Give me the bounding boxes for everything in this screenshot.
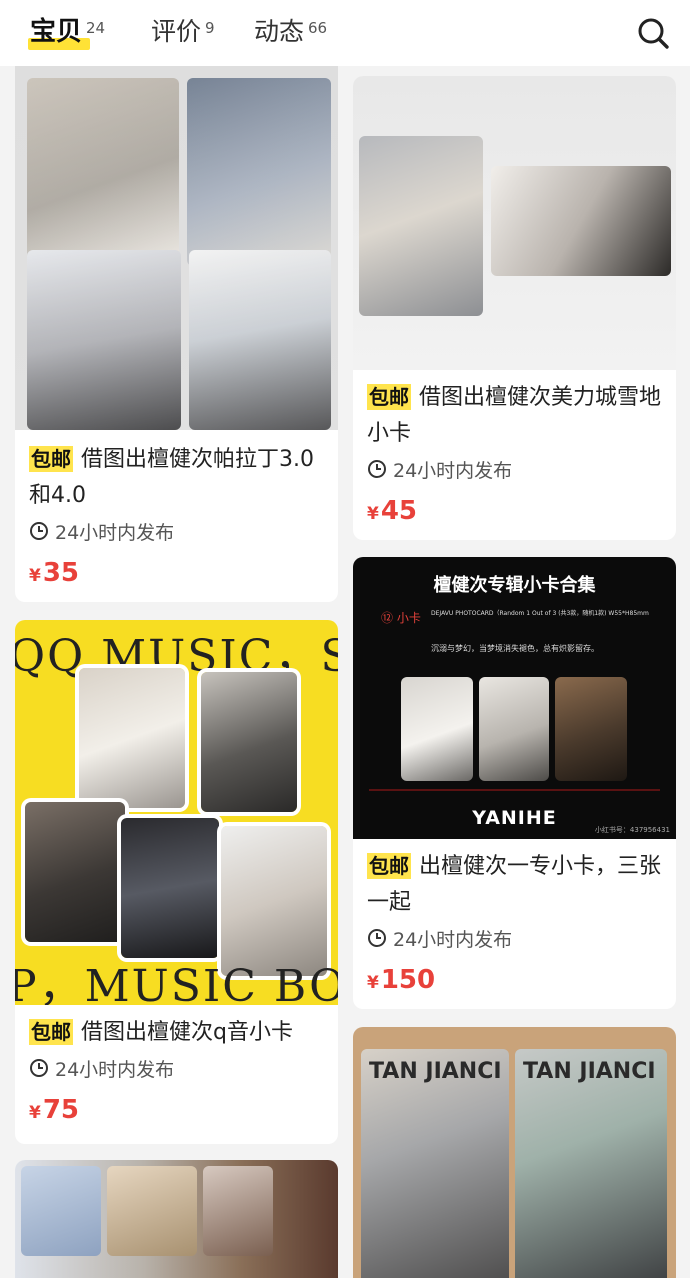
tab-count: 66 bbox=[308, 19, 328, 37]
product-info: 包邮 借图出檀健次美力城雪地小卡 24小时内发布 ¥45 bbox=[367, 380, 666, 528]
clock-icon bbox=[30, 522, 48, 540]
price: ¥75 bbox=[29, 1093, 328, 1127]
price-value: 45 bbox=[380, 496, 418, 526]
product-card[interactable] bbox=[15, 1160, 338, 1278]
product-image: 檀健次专辑小卡合集 ⑫ 小卡 DEJAVU PHOTOCARD（Random 1… bbox=[353, 557, 676, 839]
product-card[interactable]: QQ MUSIC，S P，MUSIC BO 包邮 借图出檀健次q音小卡 24小时内… bbox=[15, 620, 338, 1144]
post-time: 24小时内发布 bbox=[367, 454, 666, 484]
product-title: 包邮 借图出檀健次q音小卡 bbox=[29, 1015, 328, 1051]
image-spec: DEJAVU PHOTOCARD（Random 1 Out of 3 (共3款，… bbox=[431, 610, 649, 617]
free-shipping-badge: 包邮 bbox=[29, 446, 73, 472]
post-time: 24小时内发布 bbox=[29, 516, 328, 546]
price-value: 150 bbox=[380, 965, 436, 995]
product-image bbox=[353, 76, 676, 370]
search-icon[interactable] bbox=[636, 16, 670, 50]
tab-items[interactable]: 宝贝 24 bbox=[28, 14, 106, 54]
product-title: 包邮 借图出檀健次美力城雪地小卡 bbox=[367, 380, 666, 452]
free-shipping-badge: 包邮 bbox=[367, 853, 411, 879]
post-time: 24小时内发布 bbox=[367, 923, 666, 953]
tab-label: 评价 bbox=[151, 17, 202, 46]
price: ¥45 bbox=[367, 494, 666, 528]
tab-posts[interactable]: 动态 66 bbox=[254, 14, 327, 54]
clock-icon bbox=[368, 929, 386, 947]
price-value: 75 bbox=[42, 1095, 80, 1125]
card-text-left: TAN JIANCI bbox=[369, 1059, 502, 1084]
price: ¥150 bbox=[367, 963, 666, 997]
currency-symbol: ¥ bbox=[29, 566, 41, 586]
card-text-right: TAN JIANCI bbox=[523, 1059, 656, 1084]
image-header: 檀健次专辑小卡合集 bbox=[433, 575, 596, 596]
shop-screen: 宝贝 24 评价 9 动态 66 包邮 借图出檀健次帕拉丁3.0和4.0 24小… bbox=[0, 0, 690, 1278]
product-image bbox=[15, 1160, 338, 1278]
product-info: 包邮 借图出檀健次q音小卡 24小时内发布 ¥75 bbox=[29, 1015, 328, 1127]
post-time-text: 24小时内发布 bbox=[393, 928, 513, 951]
image-item-no: ⑫ 小卡 bbox=[381, 611, 421, 625]
free-shipping-badge: 包邮 bbox=[29, 1019, 73, 1045]
post-time-text: 24小时内发布 bbox=[55, 521, 175, 544]
currency-symbol: ¥ bbox=[367, 504, 379, 524]
free-shipping-badge: 包邮 bbox=[367, 384, 411, 410]
image-desc: 沉溺与梦幻，当梦境消失褪色，总有炽影留存。 bbox=[431, 644, 599, 653]
currency-symbol: ¥ bbox=[29, 1103, 41, 1123]
price: ¥35 bbox=[29, 556, 328, 590]
tab-reviews[interactable]: 评价 9 bbox=[151, 14, 215, 54]
tab-count: 24 bbox=[86, 19, 106, 37]
product-card[interactable]: TAN JIANCI TAN JIANCI bbox=[353, 1027, 676, 1278]
post-time-text: 24小时内发布 bbox=[55, 1058, 175, 1081]
product-image: TAN JIANCI TAN JIANCI bbox=[353, 1027, 676, 1278]
product-card[interactable]: 檀健次专辑小卡合集 ⑫ 小卡 DEJAVU PHOTOCARD（Random 1… bbox=[353, 557, 676, 1009]
product-title-text: 出檀健次一专小卡，三张一起 bbox=[367, 854, 662, 915]
product-title: 包邮 借图出檀健次帕拉丁3.0和4.0 bbox=[29, 442, 328, 514]
post-time: 24小时内发布 bbox=[29, 1053, 328, 1083]
product-image: QQ MUSIC，S P，MUSIC BO bbox=[15, 620, 338, 1005]
clock-icon bbox=[30, 1059, 48, 1077]
tab-label: 动态 bbox=[254, 17, 305, 46]
product-image bbox=[15, 50, 338, 430]
product-card[interactable]: 包邮 借图出檀健次美力城雪地小卡 24小时内发布 ¥45 bbox=[353, 76, 676, 540]
product-title-text: 借图出檀健次q音小卡 bbox=[81, 1020, 293, 1045]
product-card[interactable]: 包邮 借图出檀健次帕拉丁3.0和4.0 24小时内发布 ¥35 bbox=[15, 50, 338, 602]
product-title-text: 借图出檀健次美力城雪地小卡 bbox=[367, 385, 662, 446]
product-info: 包邮 出檀健次一专小卡，三张一起 24小时内发布 ¥150 bbox=[367, 849, 666, 997]
product-info: 包邮 借图出檀健次帕拉丁3.0和4.0 24小时内发布 ¥35 bbox=[29, 442, 328, 590]
clock-icon bbox=[368, 460, 386, 478]
price-value: 35 bbox=[42, 558, 80, 588]
image-rednote-id: 小红书号：437956431 bbox=[594, 826, 670, 834]
currency-symbol: ¥ bbox=[367, 973, 379, 993]
tab-bar: 宝贝 24 评价 9 动态 66 bbox=[0, 0, 690, 66]
image-banner-bottom: P，MUSIC BO bbox=[15, 961, 338, 1005]
tab-label: 宝贝 bbox=[30, 17, 83, 47]
tab-count: 9 bbox=[205, 19, 215, 37]
post-time-text: 24小时内发布 bbox=[393, 459, 513, 482]
product-title: 包邮 出檀健次一专小卡，三张一起 bbox=[367, 849, 666, 921]
